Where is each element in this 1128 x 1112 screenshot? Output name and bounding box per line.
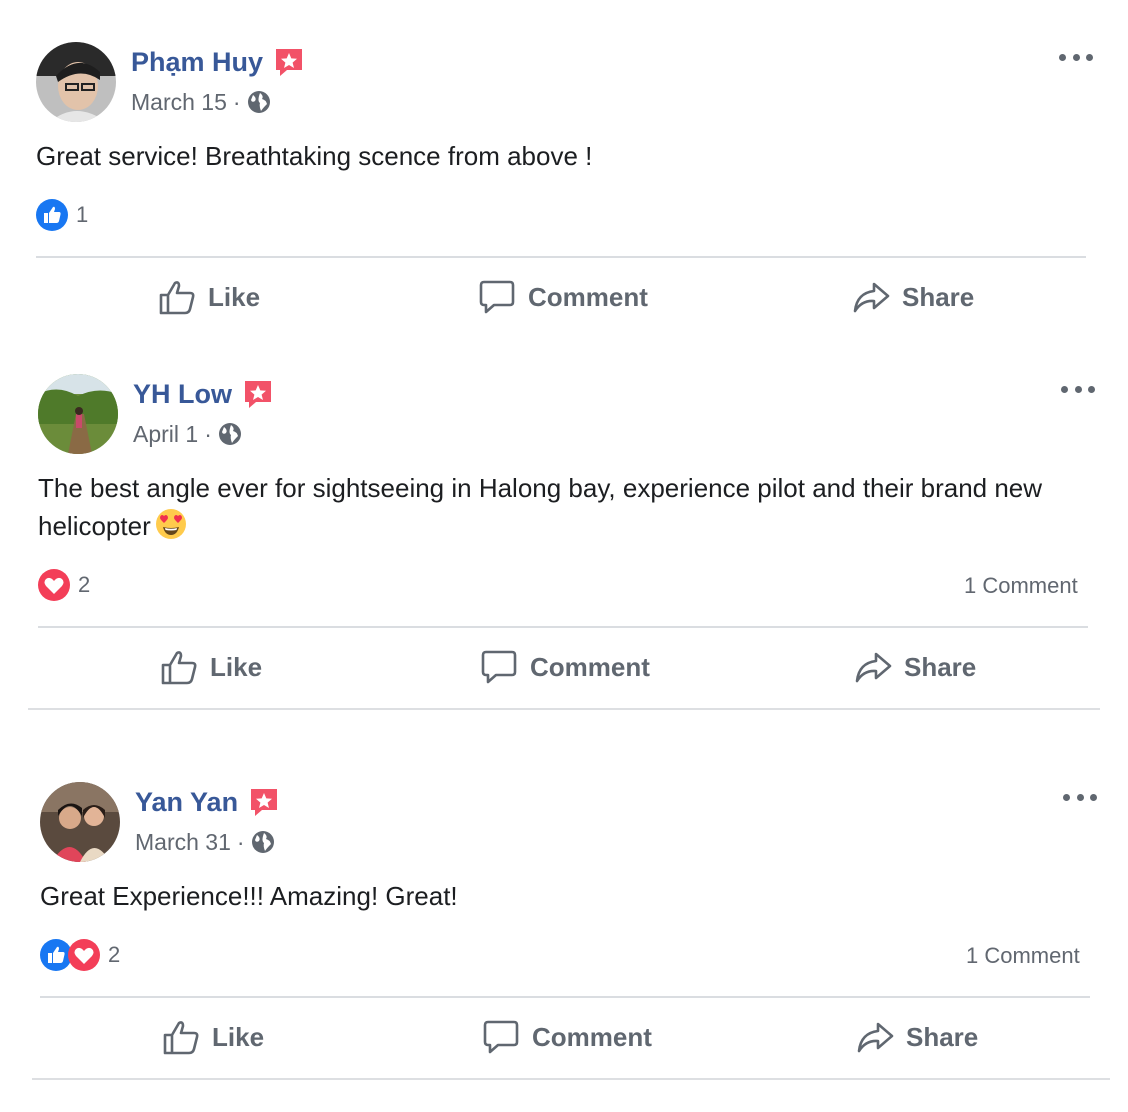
recommendation-badge-icon (273, 46, 305, 78)
globe-icon (218, 422, 242, 446)
love-reaction-icon (68, 939, 100, 971)
like-button[interactable]: Like (162, 1018, 264, 1056)
comment-bubble-icon (483, 1020, 519, 1054)
post-text-body: The best angle ever for sightseeing in H… (38, 473, 1043, 541)
share-arrow-icon (853, 282, 890, 313)
like-reaction-icon (36, 199, 68, 231)
post-text: Great Experience!!! Amazing! Great! (40, 881, 458, 911)
post-text: The best angle ever for sightseeing in H… (38, 469, 1078, 545)
author-name[interactable]: Phạm Huy (131, 46, 263, 78)
meta-separator: · (236, 829, 245, 855)
post-text: Great service! Breathtaking scence from … (36, 141, 593, 171)
comments-count-link[interactable]: 1 Comment (966, 943, 1080, 969)
reaction-count: 2 (78, 572, 91, 597)
like-label: Like (212, 1021, 265, 1052)
comment-button[interactable]: Comment (478, 278, 648, 316)
divider (36, 256, 1086, 258)
share-button[interactable]: Share (854, 648, 976, 686)
comment-bubble-icon (481, 650, 517, 684)
divider (40, 996, 1090, 998)
globe-icon (247, 90, 271, 114)
more-options-icon[interactable] (1059, 47, 1093, 67)
share-button[interactable]: Share (856, 1018, 978, 1056)
globe-icon (251, 830, 275, 854)
comment-label: Comment (532, 1021, 652, 1052)
post-date[interactable]: March 31 (135, 828, 231, 856)
more-options-icon[interactable] (1061, 379, 1095, 399)
share-label: Share (904, 651, 977, 682)
post-separator (32, 1078, 1110, 1080)
like-label: Like (208, 281, 261, 312)
divider (38, 626, 1088, 628)
more-options-icon[interactable] (1063, 787, 1097, 807)
comment-bubble-icon (479, 280, 515, 314)
like-button[interactable]: Like (158, 278, 260, 316)
meta-separator: · (204, 421, 212, 447)
heart-eyes-emoji-icon (155, 508, 187, 540)
comment-button[interactable]: Comment (480, 648, 650, 686)
share-label: Share (902, 281, 975, 312)
like-label: Like (210, 651, 263, 682)
like-button[interactable]: Like (160, 648, 262, 686)
thumbs-up-icon (159, 281, 195, 315)
comment-label: Comment (530, 651, 650, 682)
reactions-summary[interactable]: 1 (36, 199, 88, 231)
author-name[interactable]: YH Low (133, 378, 232, 410)
share-arrow-icon (857, 1022, 894, 1053)
thumbs-up-icon (161, 651, 197, 685)
post-date[interactable]: March 15 (131, 88, 227, 116)
reactions-summary[interactable]: 2 (38, 569, 90, 601)
comment-button[interactable]: Comment (482, 1018, 652, 1056)
reaction-count: 1 (76, 202, 89, 227)
reaction-count: 2 (108, 942, 121, 967)
reactions-summary[interactable]: 2 (40, 939, 120, 971)
share-button[interactable]: Share (852, 278, 974, 316)
recommendation-badge-icon (248, 786, 280, 818)
recommendation-badge-icon (242, 378, 274, 410)
comments-count-link[interactable]: 1 Comment (964, 573, 1078, 599)
share-arrow-icon (855, 652, 892, 683)
avatar[interactable] (38, 374, 118, 454)
meta-separator: · (232, 89, 241, 115)
share-label: Share (906, 1021, 979, 1052)
love-reaction-icon (38, 569, 70, 601)
avatar[interactable] (36, 42, 116, 122)
avatar[interactable] (40, 782, 120, 862)
thumbs-up-icon (163, 1021, 199, 1055)
post-date[interactable]: April 1 (133, 420, 198, 448)
comment-label: Comment (528, 281, 648, 312)
post-separator (28, 708, 1100, 710)
author-name[interactable]: Yan Yan (135, 786, 238, 818)
